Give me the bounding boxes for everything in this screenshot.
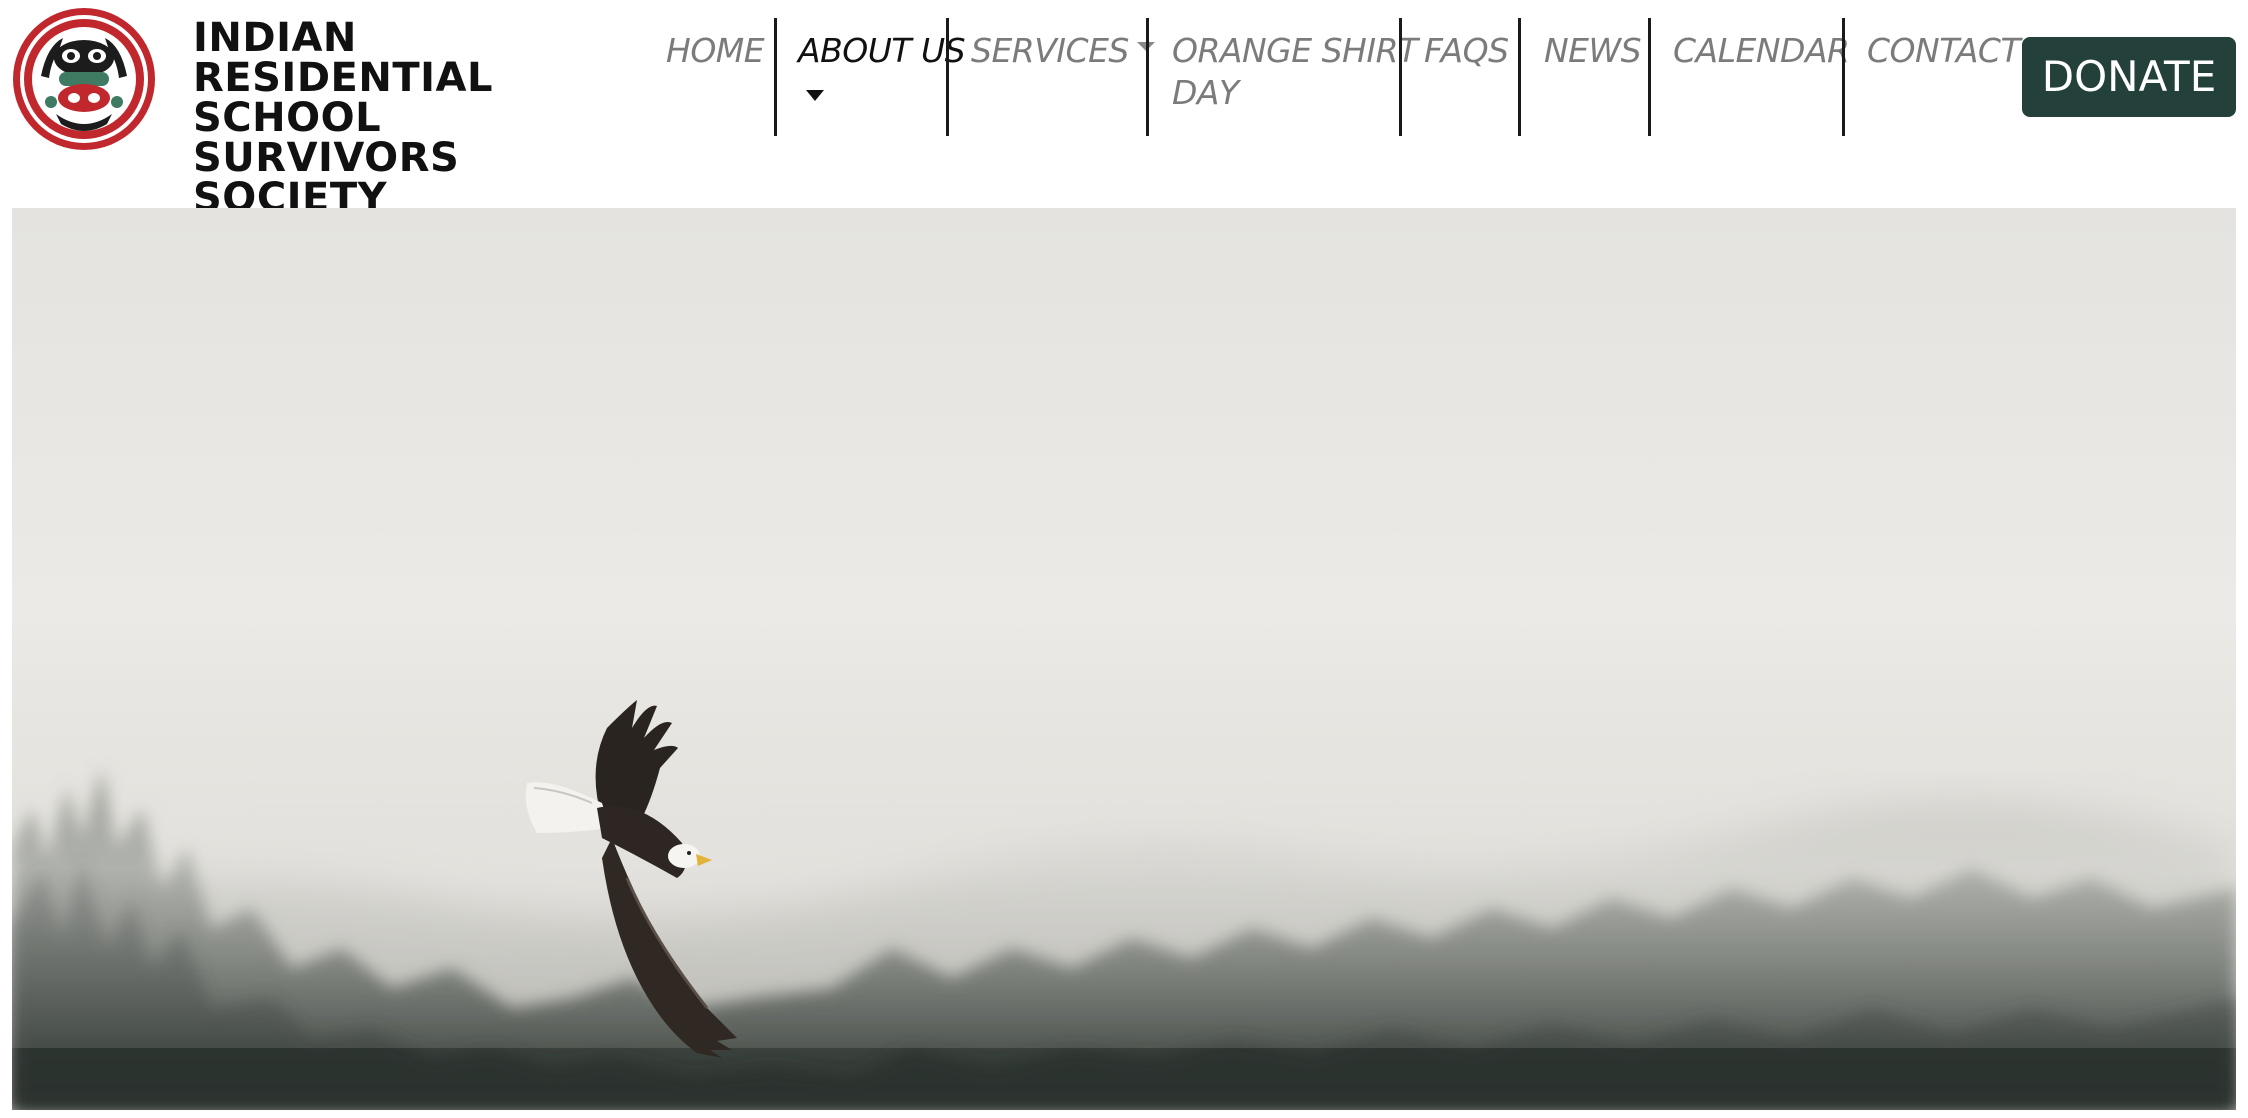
nav-about-us[interactable]: ABOUT US (798, 30, 966, 72)
nav-separator (1146, 18, 1149, 136)
nav-news[interactable]: NEWS (1544, 30, 1642, 72)
nav-contact[interactable]: CONTACT (1867, 30, 2021, 72)
site-header: INDIAN RESIDENTIAL SCHOOL SURVIVORS SOCI… (0, 0, 2248, 218)
society-logo-icon[interactable] (11, 6, 157, 152)
site-title-line-2: SCHOOL SURVIVORS (193, 95, 460, 181)
nav-services-label: SERVICES (971, 31, 1129, 70)
nav-orange-shirt-day-line-1: ORANGE SHIRT (1172, 31, 1418, 70)
nav-orange-shirt-day[interactable]: ORANGE SHIRT DAY (1172, 30, 1418, 114)
hero-image (12, 208, 2236, 1110)
nav-home[interactable]: HOME (666, 30, 765, 72)
about-us-chevron-down-icon[interactable] (806, 90, 824, 101)
nav-services[interactable]: SERVICES (971, 30, 1155, 72)
nav-faqs[interactable]: FAQS (1424, 30, 1509, 72)
nav-separator (1518, 18, 1521, 136)
donate-button[interactable]: DONATE (2022, 37, 2236, 117)
nav-separator (774, 18, 777, 136)
nav-orange-shirt-day-line-2: DAY (1172, 73, 1239, 112)
nav-separator (1399, 18, 1402, 136)
nav-separator (946, 18, 949, 136)
site-title-line-1: INDIAN RESIDENTIAL (193, 15, 493, 101)
eagle-over-forest-image (12, 208, 2236, 1110)
nav-separator (1648, 18, 1651, 136)
nav-calendar[interactable]: CALENDAR (1673, 30, 1850, 72)
nav-separator (1842, 18, 1845, 136)
site-title[interactable]: INDIAN RESIDENTIAL SCHOOL SURVIVORS SOCI… (193, 18, 633, 218)
